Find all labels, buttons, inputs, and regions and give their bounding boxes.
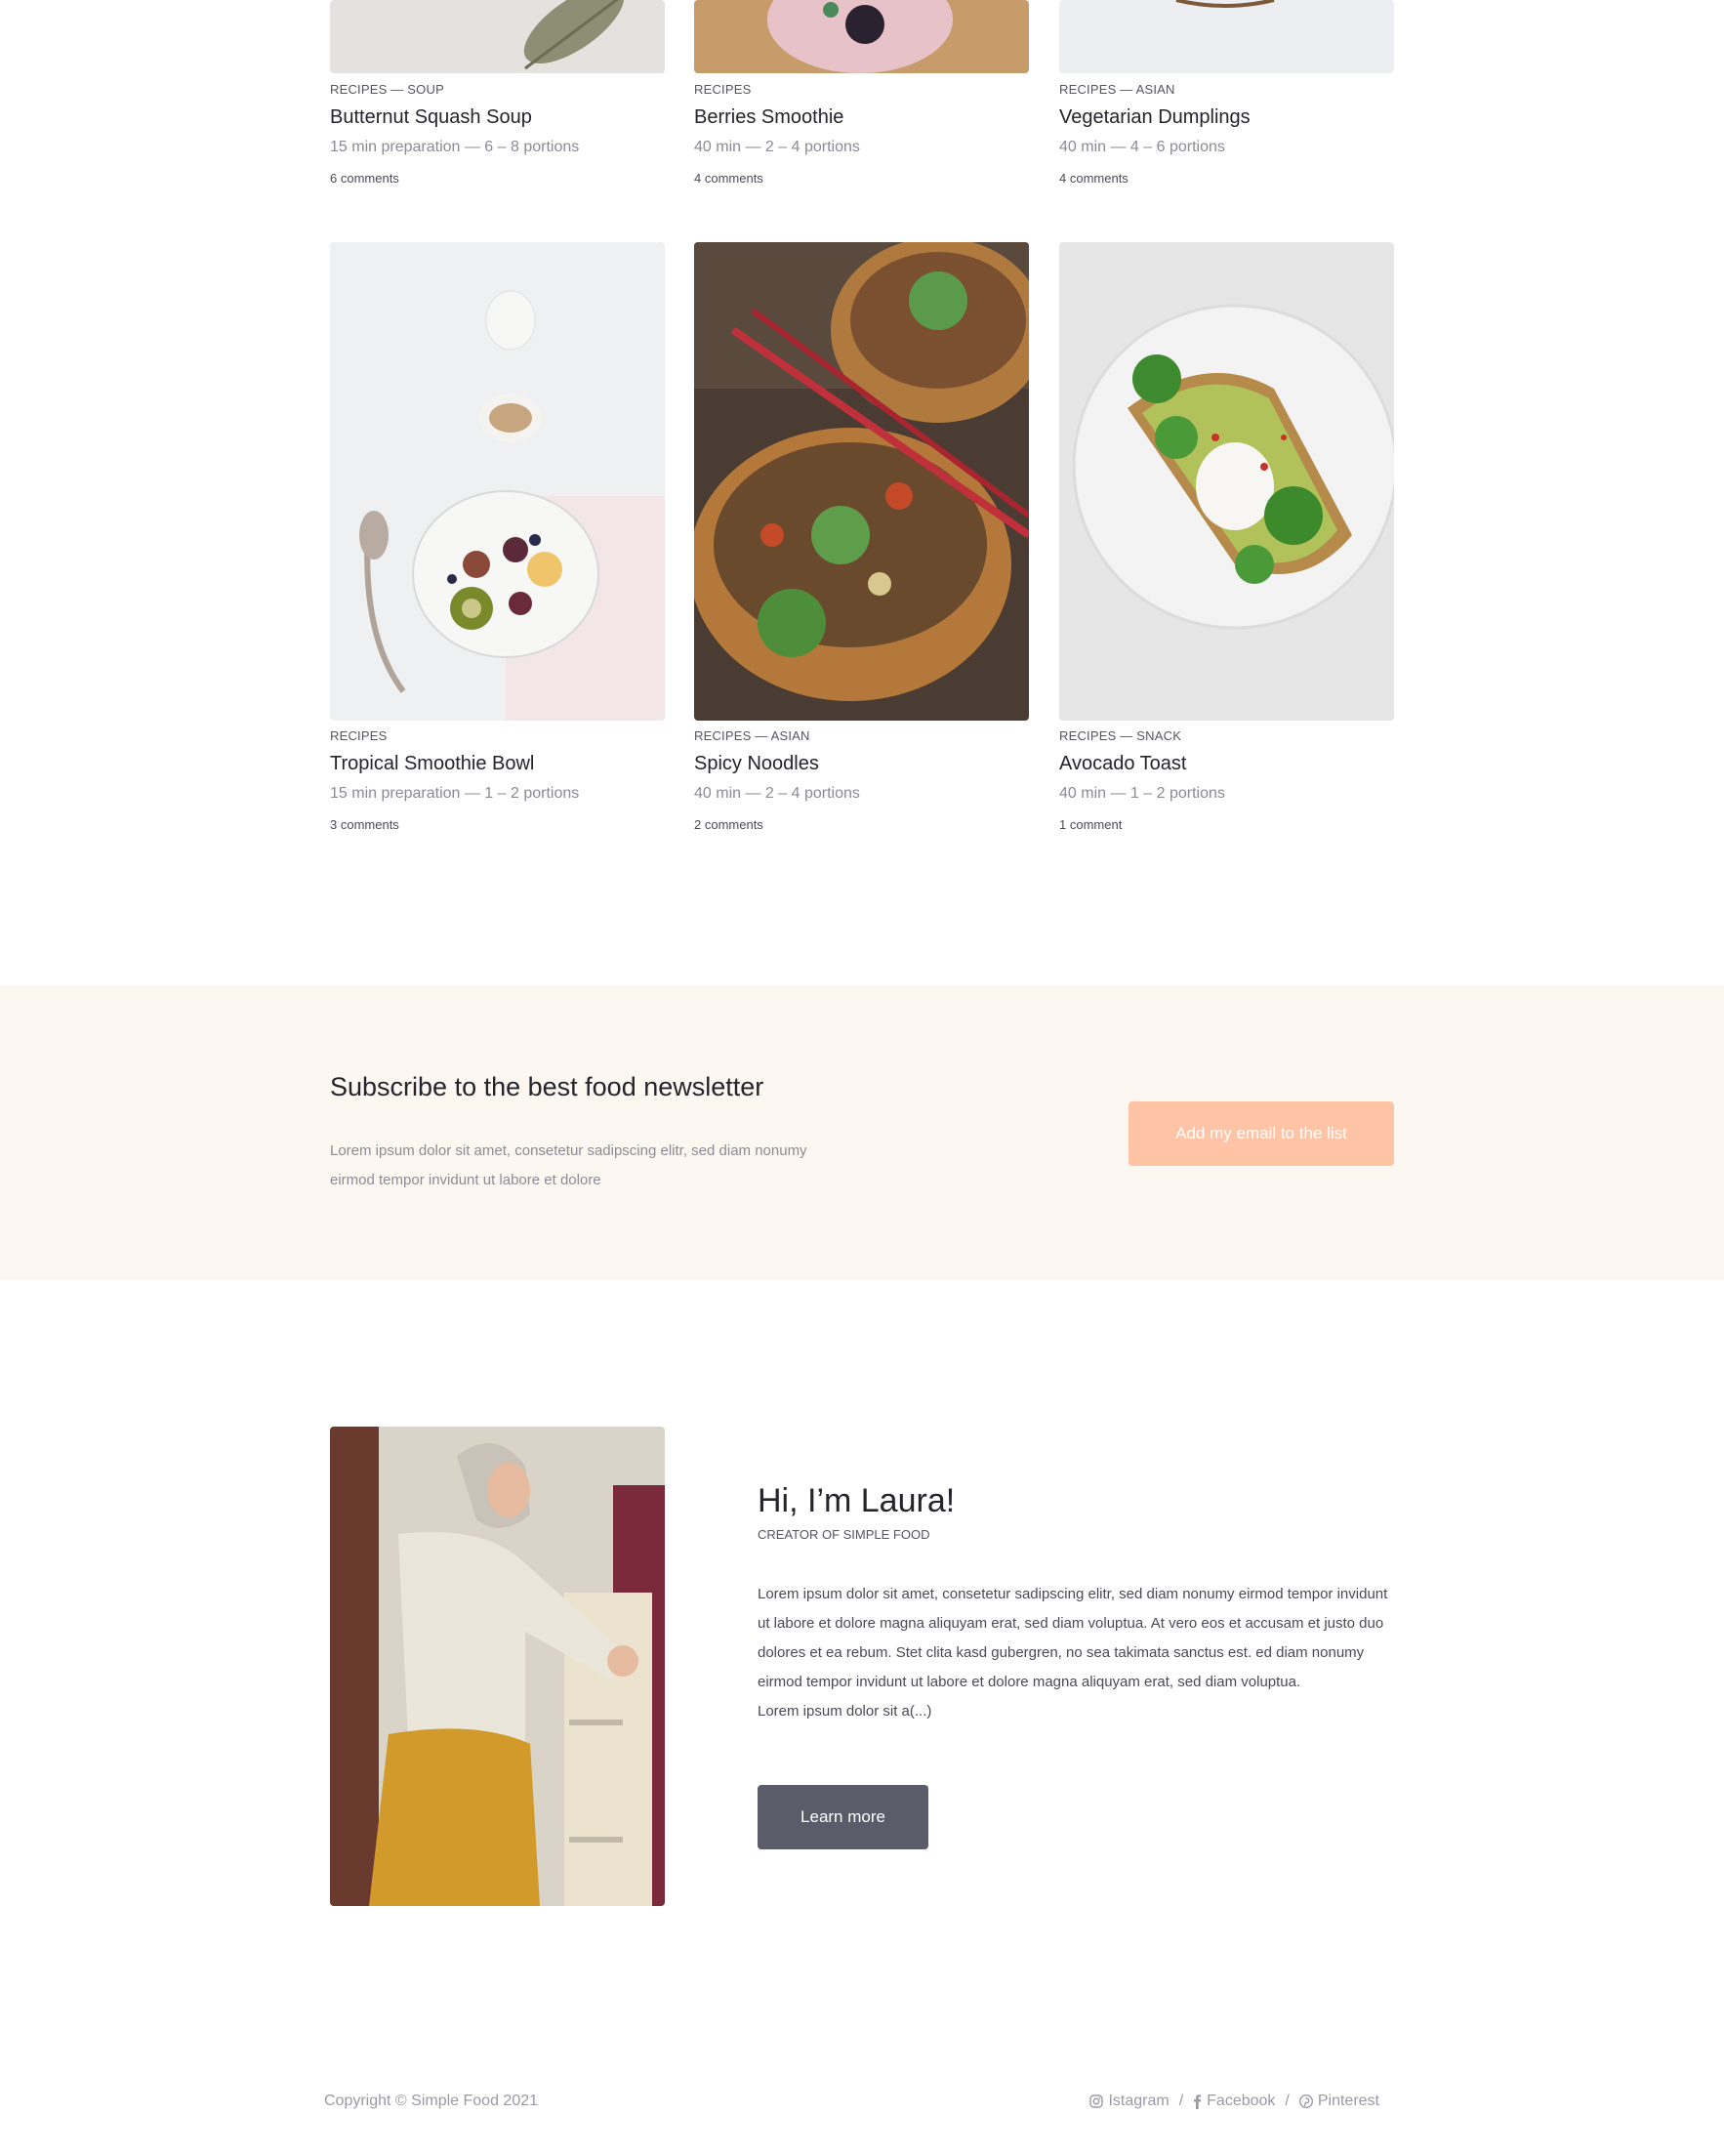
recipe-category[interactable]: RECIPES — SNACK bbox=[1059, 728, 1181, 743]
facebook-icon bbox=[1193, 2094, 1202, 2109]
about-paragraph: Lorem ipsum dolor sit amet, consetetur s… bbox=[758, 1586, 1388, 1690]
recipe-comments[interactable]: 6 comments bbox=[330, 171, 399, 186]
pinterest-label: Pinterest bbox=[1317, 2093, 1379, 2109]
recipe-image-butternut-squash-soup[interactable] bbox=[330, 0, 665, 73]
recipe-image-avocado-toast[interactable] bbox=[1059, 242, 1394, 721]
recipe-title[interactable]: Vegetarian Dumplings bbox=[1059, 106, 1251, 129]
recipe-meta: 40 min — 2 – 4 portions bbox=[694, 139, 860, 155]
footer-social-links: Istagram / Facebook / Pinterest bbox=[1089, 2093, 1379, 2110]
recipe-category[interactable]: RECIPES — ASIAN bbox=[1059, 82, 1175, 97]
footer-copyright: Copyright © Simple Food 2021 bbox=[324, 2093, 539, 2109]
pinterest-link[interactable]: Pinterest bbox=[1298, 2093, 1379, 2110]
recipe-title[interactable]: Avocado Toast bbox=[1059, 753, 1186, 775]
recipe-comments[interactable]: 2 comments bbox=[694, 817, 763, 832]
facebook-link[interactable]: Facebook bbox=[1193, 2093, 1275, 2110]
recipe-image-berries-smoothie[interactable] bbox=[694, 0, 1029, 73]
recipe-category[interactable]: RECIPES bbox=[694, 82, 751, 97]
instagram-label: Istagram bbox=[1108, 2093, 1170, 2109]
facebook-label: Facebook bbox=[1207, 2093, 1276, 2109]
separator: / bbox=[1178, 2093, 1184, 2109]
recipe-comments[interactable]: 3 comments bbox=[330, 817, 399, 832]
recipe-title[interactable]: Spicy Noodles bbox=[694, 753, 819, 775]
recipe-category[interactable]: RECIPES bbox=[330, 728, 387, 743]
recipe-meta: 40 min — 2 – 4 portions bbox=[694, 785, 860, 802]
recipe-meta: 40 min — 4 – 6 portions bbox=[1059, 139, 1225, 155]
about-subtitle: CREATOR OF SIMPLE FOOD bbox=[758, 1527, 930, 1542]
recipe-title[interactable]: Butternut Squash Soup bbox=[330, 106, 532, 129]
recipe-image-spicy-noodles[interactable] bbox=[694, 242, 1029, 721]
recipe-image-vegetarian-dumplings[interactable] bbox=[1059, 0, 1394, 73]
recipe-image-tropical-smoothie-bowl[interactable] bbox=[330, 242, 665, 721]
instagram-icon bbox=[1089, 2094, 1104, 2108]
recipe-comments[interactable]: 4 comments bbox=[694, 171, 763, 186]
recipe-meta: 15 min preparation — 6 – 8 portions bbox=[330, 139, 580, 155]
recipe-comments[interactable]: 1 comment bbox=[1059, 817, 1122, 832]
learn-more-button[interactable]: Learn more bbox=[758, 1785, 928, 1849]
newsletter-text: Lorem ipsum dolor sit amet, consetetur s… bbox=[330, 1142, 807, 1188]
newsletter-title: Subscribe to the best food newsletter bbox=[330, 1072, 764, 1101]
recipe-title[interactable]: Berries Smoothie bbox=[694, 106, 843, 129]
recipe-category[interactable]: RECIPES — ASIAN bbox=[694, 728, 810, 743]
separator: / bbox=[1285, 2093, 1290, 2109]
about-title: Hi, I’m Laura! bbox=[758, 1482, 956, 1519]
recipe-meta: 40 min — 1 – 2 portions bbox=[1059, 785, 1225, 802]
instagram-link[interactable]: Istagram bbox=[1089, 2093, 1170, 2110]
about-text: Lorem ipsum dolor sit amet, consetetur s… bbox=[758, 1580, 1392, 1726]
pinterest-icon bbox=[1298, 2094, 1313, 2108]
recipe-comments[interactable]: 4 comments bbox=[1059, 171, 1129, 186]
recipe-category[interactable]: RECIPES — SOUP bbox=[330, 82, 444, 97]
newsletter-section bbox=[0, 985, 1724, 1280]
about-paragraph-end: Lorem ipsum dolor sit a(...) bbox=[758, 1703, 932, 1720]
recipe-meta: 15 min preparation — 1 – 2 portions bbox=[330, 785, 580, 802]
add-email-button[interactable]: Add my email to the list bbox=[1129, 1101, 1394, 1166]
author-photo bbox=[330, 1427, 665, 1906]
recipe-title[interactable]: Tropical Smoothie Bowl bbox=[330, 753, 534, 775]
